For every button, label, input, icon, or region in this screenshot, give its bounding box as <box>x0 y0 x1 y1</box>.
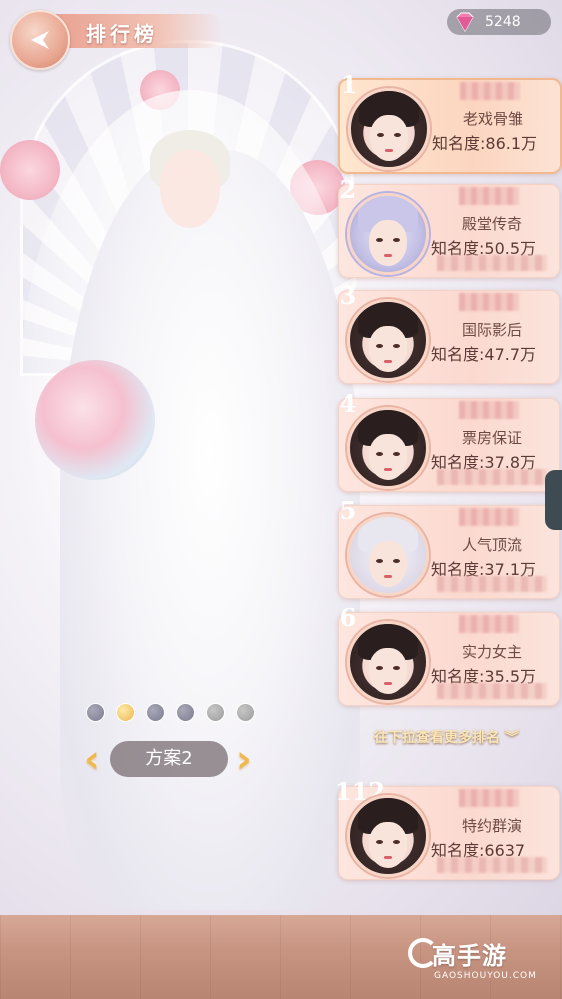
page-dot[interactable] <box>176 703 195 722</box>
back-arrow-icon <box>31 31 49 49</box>
chevron-right-icon: › <box>236 737 252 781</box>
avatar <box>347 621 429 703</box>
rank-card-3[interactable]: 3 国际影后 知名度:47.7万 <box>327 281 560 384</box>
next-scheme-button[interactable]: › <box>228 736 260 782</box>
diamond-icon <box>456 12 474 33</box>
flower-decoration <box>0 140 60 200</box>
rank-number: 6 <box>327 601 365 635</box>
blurred-info <box>437 469 547 485</box>
currency-display[interactable]: 5248 <box>447 9 551 35</box>
page-dot[interactable] <box>206 703 225 722</box>
avatar <box>347 193 429 275</box>
page-dot[interactable] <box>146 703 165 722</box>
blurred-player-name <box>459 508 519 526</box>
rank-title: 票房保证 <box>461 429 522 447</box>
avatar <box>347 795 429 877</box>
fame-value: 知名度:47.7万 <box>431 345 537 364</box>
page-dot[interactable] <box>236 703 255 722</box>
fame-value: 知名度:86.1万 <box>432 134 538 153</box>
rank-title: 殿堂传奇 <box>461 215 522 233</box>
rank-title: 老戏骨雏 <box>462 110 523 128</box>
blurred-player-name <box>459 401 519 419</box>
scheme-label: 方案2 <box>110 741 228 777</box>
rank-card-4[interactable]: 4 票房保证 知名度:37.8万 <box>327 389 560 492</box>
avatar <box>347 407 429 489</box>
rank-card-5[interactable]: 5 人气顶流 知名度:37.1万 <box>327 496 560 599</box>
blurred-player-name <box>459 293 519 311</box>
blurred-info <box>437 857 547 873</box>
chevron-left-icon: ‹ <box>84 737 100 781</box>
rank-card-1[interactable]: 1 老戏骨雏 知名度:86.1万 <box>328 70 562 174</box>
scheme-page-dots <box>86 703 255 722</box>
rank-number: 4 <box>327 387 365 421</box>
bouquet <box>35 360 155 480</box>
rank-number: 5 <box>327 494 365 528</box>
blurred-info <box>437 576 547 592</box>
page-title: 排行榜 <box>86 22 158 46</box>
my-rank-card[interactable]: 112 特约群演 知名度:6637 <box>331 777 560 880</box>
double-chevron-down-icon: ︾ <box>500 730 519 746</box>
wedding-dress <box>60 150 360 910</box>
rank-number: 2 <box>327 173 365 207</box>
rank-number: 3 <box>327 279 365 313</box>
blurred-player-name <box>460 82 520 100</box>
rank-card-6[interactable]: 6 实力女主 知名度:35.5万 <box>327 603 560 706</box>
page-dot-active[interactable] <box>116 703 135 722</box>
currency-amount: 5248 <box>485 14 521 30</box>
character-face <box>160 150 220 228</box>
back-button[interactable] <box>10 10 70 70</box>
blurred-player-name <box>459 615 519 633</box>
side-drawer-tab[interactable] <box>545 470 562 530</box>
rank-card-2[interactable]: 2 殿堂传奇 知名度:50.5万 <box>327 175 560 278</box>
rank-title: 实力女主 <box>461 643 522 661</box>
scroll-more-hint[interactable]: 往下拉查看更多排名 ︾ <box>374 727 519 747</box>
prev-scheme-button[interactable]: ‹ <box>76 736 108 782</box>
blurred-info <box>437 255 547 271</box>
blurred-player-name <box>459 187 519 205</box>
blurred-player-name <box>459 789 519 807</box>
rank-title: 国际影后 <box>461 321 522 339</box>
rank-title: 特约群演 <box>461 817 522 835</box>
avatar <box>347 299 429 381</box>
avatar <box>347 514 429 596</box>
rank-number: 1 <box>328 68 366 102</box>
g-logo-icon <box>408 938 438 968</box>
rank-title: 人气顶流 <box>461 536 522 554</box>
avatar <box>348 88 430 170</box>
blurred-info <box>437 683 547 699</box>
page-dot[interactable] <box>86 703 105 722</box>
site-watermark: 高手游 GAOSHOUYOU.COM <box>408 936 537 981</box>
